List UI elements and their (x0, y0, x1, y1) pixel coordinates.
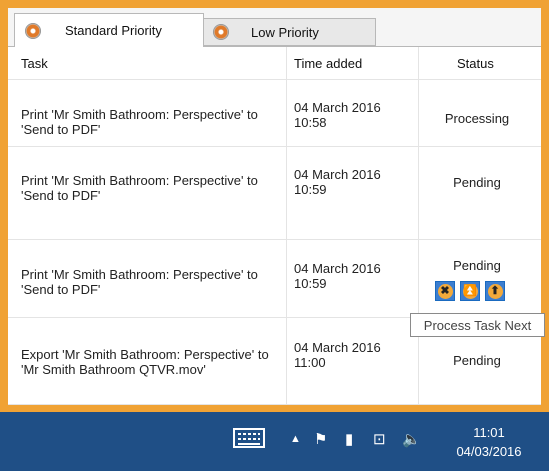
status-cell: Pending (453, 353, 501, 368)
time-cell: 04 March 2016 10:59 (294, 261, 381, 291)
taskbar: ▲ ⚑ ▮ ⊡ 🔈 11:01 04/03/2016 (0, 412, 549, 471)
task-cell: Print 'Mr Smith Bathroom: Perspective' t… (21, 173, 258, 203)
clock-time: 11:01 (473, 425, 505, 440)
flag-icon[interactable]: ⚑ (314, 430, 327, 448)
cancel-task-button[interactable]: ✖ (435, 281, 455, 301)
priority-icon (213, 24, 229, 40)
task-cell: Print 'Mr Smith Bathroom: Perspective' t… (21, 107, 258, 137)
header-time-added[interactable]: Time added (294, 56, 362, 71)
header-task[interactable]: Task (21, 56, 48, 71)
status-cell: Pending (453, 175, 501, 190)
table-row[interactable]: Print 'Mr Smith Bathroom: Perspective' t… (8, 80, 541, 147)
cancel-task-icon: ✖ (437, 283, 453, 299)
move-up-button[interactable]: ⬆ (485, 281, 505, 301)
table-row[interactable]: Print 'Mr Smith Bathroom: Perspective' t… (8, 147, 541, 240)
keyboard-icon[interactable] (233, 428, 265, 448)
time-cell: 04 March 2016 10:58 (294, 100, 381, 130)
network-icon[interactable]: ⊡ (373, 430, 386, 448)
table-header: Task Time added Status (8, 47, 541, 80)
move-up-icon: ⬆ (487, 283, 503, 299)
time-cell: 04 March 2016 10:59 (294, 167, 381, 197)
table-row[interactable]: Print 'Mr Smith Bathroom: Perspective' t… (8, 240, 541, 318)
clock-date: 04/03/2016 (456, 444, 522, 459)
tab-low-priority[interactable]: Low Priority (202, 18, 376, 46)
chevron-up-icon[interactable]: ▲ (290, 433, 301, 445)
system-clock[interactable]: 11:01 04/03/2016 (444, 423, 534, 461)
header-status[interactable]: Status (457, 56, 494, 71)
task-cell: Export 'Mr Smith Bathroom: Perspective' … (21, 347, 269, 377)
process-next-icon: ⏫ (462, 283, 478, 299)
volume-icon[interactable]: 🔈 (402, 430, 421, 448)
row-action-buttons: ✖ ⏫ ⬆ (435, 281, 525, 303)
status-cell: Processing (444, 111, 510, 126)
status-cell: Pending (453, 258, 501, 273)
tab-label: Low Priority (251, 24, 319, 40)
tooltip: Process Task Next (410, 313, 545, 337)
time-cell: 04 March 2016 11:00 (294, 340, 381, 370)
task-table: Task Time added Status Print 'Mr Smith B… (8, 46, 541, 405)
process-next-button[interactable]: ⏫ (460, 281, 480, 301)
tab-label: Standard Priority (65, 23, 162, 38)
app-frame: Standard Priority Low Priority Task Time… (0, 0, 549, 412)
battery-icon[interactable]: ▮ (345, 430, 353, 448)
task-cell: Print 'Mr Smith Bathroom: Perspective' t… (21, 267, 258, 297)
priority-icon (25, 22, 41, 39)
priority-tabs: Standard Priority Low Priority (8, 8, 541, 48)
task-queue-window: Standard Priority Low Priority Task Time… (8, 8, 541, 405)
tab-standard-priority[interactable]: Standard Priority (14, 13, 204, 47)
